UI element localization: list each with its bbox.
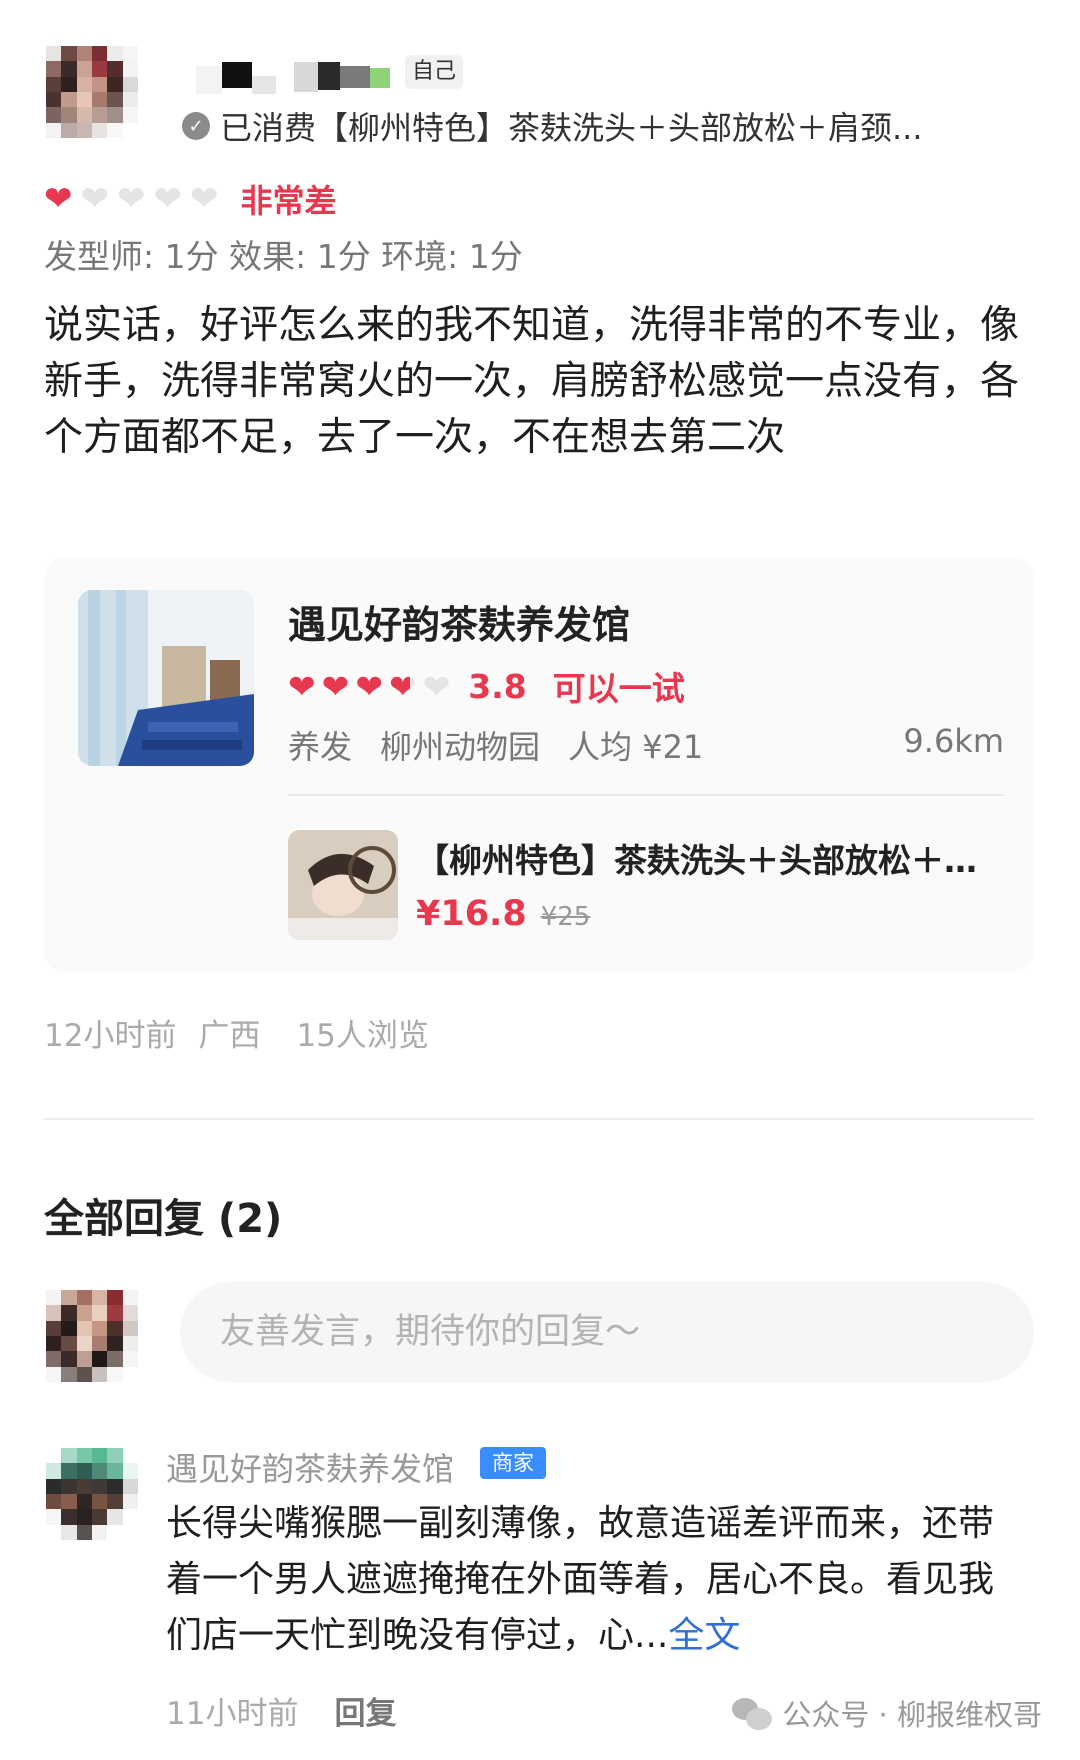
heart-filled-icon: ❤ [288,666,316,706]
shop-verdict: 可以一试 [552,669,685,708]
heart-filled-icon: ❤ [355,666,383,706]
consumed-deal-text: 已消费【柳州特色】茶麸洗头＋头部放松＋肩颈... [220,109,923,147]
heart-empty-icon: ❤ [422,666,451,706]
deal-prices: ¥16.8 ¥25 [416,894,590,934]
shop-card[interactable]: 遇见好韵茶麸养发馆 ❤ ❤ ❤ ❤ ❤ 3.8 可以一试 养发 柳州动物园 人均… [44,558,1034,972]
reply-meta: 11小时前 回复 [166,1688,396,1733]
replies-title: 全部回复 (2) [44,1196,283,1242]
heart-empty-icon: ❤ [117,179,146,219]
shop-score: 3.8 [468,666,527,706]
deal-original-price: ¥25 [540,902,591,932]
deal-title[interactable]: 【柳州特色】茶麸洗头＋头部放松＋肩... [416,834,1006,882]
watermark-text: 公众号 · 柳报维权哥 [782,1698,1042,1732]
heart-empty-icon: ❤ [190,179,219,219]
post-meta: 12小时前 广西 15人浏览 [44,1010,451,1055]
card-divider [288,794,1004,796]
verified-check-icon: ✓ [182,112,210,140]
merchant-badge: 商家 [480,1447,546,1479]
full-text-link[interactable]: 全文 [668,1615,740,1656]
heart-filled-icon: ❤ [321,666,350,706]
rating-label: 非常差 [240,182,337,220]
shop-distance: 9.6km [903,722,1004,760]
heart-filled-icon: ❤ [44,179,73,219]
review-rating: ❤ ❤ ❤ ❤ ❤ 非常差 [44,176,337,222]
shop-photo [78,590,254,766]
review-text: 说实话，好评怎么来的我不知道，洗得非常的不专业，像新手，洗得非常窝火的一次，肩膀… [44,303,1020,460]
reply-author-name[interactable]: 遇见好韵茶麸养发馆 [166,1444,454,1490]
post-region: 广西 [198,1018,261,1054]
shop-category: 养发 [288,728,353,766]
shop-name[interactable]: 遇见好韵茶麸养发馆 [288,594,630,649]
heart-partial-icon: ❤ [388,666,417,706]
reply-time: 11小时前 [166,1696,299,1732]
author-avatar[interactable] [46,46,138,138]
consumed-row[interactable]: ✓ 已消费【柳州特色】茶麸洗头＋头部放松＋肩颈... [182,104,942,148]
shop-area: 柳州动物园 [380,728,541,766]
author-name-redacted [196,62,406,96]
shop-rating: ❤ ❤ ❤ ❤ ❤ 3.8 可以一试 [288,662,685,710]
post-views: 15人浏览 [296,1018,429,1054]
reply-input[interactable]: 友善发言，期待你的回复～ [180,1282,1034,1382]
reply-text-content: 长得尖嘴猴腮一副刻薄像，故意造谣差评而来，还带着一个男人遮遮掩掩在外面等着，居心… [166,1503,995,1656]
watermark: 公众号 · 柳报维权哥 [732,1692,1042,1734]
merchant-avatar[interactable] [46,1448,138,1540]
post-time: 12小时前 [44,1018,177,1054]
reply-button[interactable]: 回复 [334,1688,396,1733]
reply-text: 长得尖嘴猴腮一副刻薄像，故意造谣差评而来，还带着一个男人遮遮掩掩在外面等着，居心… [166,1496,1026,1664]
deal-price: ¥16.8 [416,894,527,934]
heart-empty-icon: ❤ [153,179,183,219]
shop-meta: 养发 柳州动物园 人均 ¥21 9.6km [288,722,1004,768]
sub-scores: 发型师: 1分 效果: 1分 环境: 1分 [44,237,523,276]
wechat-icon [732,1696,773,1730]
heart-empty-icon: ❤ [80,179,110,219]
section-divider [44,1118,1034,1120]
self-tag: 自己 [405,55,463,89]
shop-per-capita: 人均 ¥21 [568,728,704,766]
current-user-avatar [46,1290,138,1382]
deal-photo [288,830,398,940]
